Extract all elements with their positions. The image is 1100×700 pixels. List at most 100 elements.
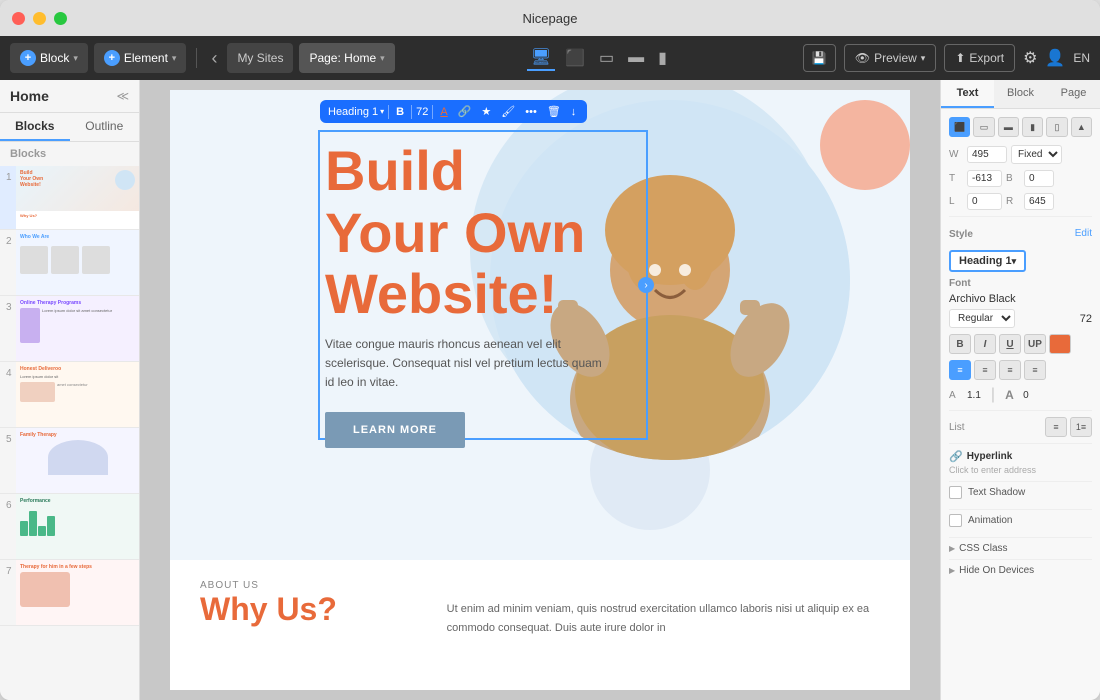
style-edit-link[interactable]: Edit	[1075, 228, 1092, 239]
export-button[interactable]: ⬆ Export	[944, 44, 1015, 72]
preview-icon: 👁	[855, 51, 870, 65]
tab-outline[interactable]: Outline	[70, 113, 140, 141]
settings-button[interactable]: ⚙	[1023, 48, 1037, 68]
color-picker-button[interactable]	[1049, 334, 1071, 354]
tab-page[interactable]: Page	[1047, 80, 1100, 108]
page-thumb: Performance	[16, 494, 139, 559]
font-color-button[interactable]: A	[437, 105, 450, 119]
text-shadow-checkbox[interactable]	[949, 486, 962, 499]
language-button[interactable]: EN	[1073, 51, 1090, 65]
tab-text[interactable]: Text	[941, 80, 994, 108]
selection-handle[interactable]: ›	[638, 277, 654, 293]
animation-checkbox[interactable]	[949, 514, 962, 527]
tablet-portrait-icon[interactable]: ▭	[595, 46, 618, 70]
blocks-label: Blocks	[0, 142, 139, 166]
canvas-area[interactable]: Heading 1 ▾ B 72 A 🔗 ★ 🖌	[140, 80, 940, 700]
sidebar-collapse-button[interactable]: ≪	[116, 89, 129, 103]
spacing-row: A 1.1 | A 0	[949, 386, 1092, 404]
hide-devices-chevron-icon: ▶	[949, 566, 955, 575]
right-tabs: Text Block Page	[941, 80, 1100, 109]
paint-tool-button[interactable]: 🖌	[498, 104, 518, 119]
page-item[interactable]: 6 Performance	[0, 494, 139, 560]
block-button[interactable]: + Block ▾	[10, 43, 88, 73]
hero-cta-button[interactable]: LEARN MORE	[325, 412, 465, 448]
title-bar: Nicepage	[0, 0, 1100, 36]
style-row: Style Edit	[949, 223, 1092, 244]
page-item[interactable]: 3 Online Therapy Programs Lorem ipsum do…	[0, 296, 139, 362]
export-label: Export	[969, 51, 1004, 65]
width-input[interactable]	[967, 146, 1007, 163]
page-item[interactable]: 7 Therapy for him in a few steps	[0, 560, 139, 626]
page-button[interactable]: Page: Home ▾	[299, 43, 394, 73]
mobile-landscape-icon[interactable]: ▬	[624, 47, 648, 69]
text-align-justify-button[interactable]: ≡	[1024, 360, 1046, 380]
align-bottom-right-button[interactable]: ▲	[1071, 117, 1092, 137]
tablet-landscape-icon[interactable]: ⬛	[561, 46, 589, 70]
my-sites-button[interactable]: My Sites	[227, 43, 293, 73]
fixed-select[interactable]: Fixed	[1011, 145, 1062, 164]
a-spacing-label: A	[949, 390, 961, 401]
unordered-list-button[interactable]: ≡	[1045, 417, 1067, 437]
l-input[interactable]	[967, 193, 1002, 210]
align-bottom-left-button[interactable]: ▮	[1022, 117, 1043, 137]
lr-row: L R	[949, 193, 1092, 210]
bold-tool-button[interactable]: B	[393, 105, 407, 119]
page-item[interactable]: 1 BuildYour OwnWebsite! Why Us?	[0, 166, 139, 230]
underline-format-button[interactable]: U	[999, 334, 1021, 354]
align-top-left-button[interactable]: ⬛	[949, 117, 970, 137]
toolbar-separator	[388, 105, 389, 119]
more-tool-button[interactable]: •••	[522, 105, 540, 119]
font-style-select[interactable]: Regular	[949, 309, 1015, 328]
align-top-right-button[interactable]: ▬	[998, 117, 1019, 137]
css-class-row[interactable]: ▶ CSS Class	[949, 537, 1092, 559]
align-bottom-center-button[interactable]: ▯	[1046, 117, 1067, 137]
text-align-right-button[interactable]: ≡	[999, 360, 1021, 380]
about-heading: Why Us?	[200, 591, 417, 628]
italic-format-button[interactable]: I	[974, 334, 996, 354]
font-style-row: Regular 72	[949, 309, 1092, 328]
nav-back-button[interactable]: ‹	[207, 48, 221, 69]
desktop-icon[interactable]: 🖥	[527, 45, 555, 71]
toolbar-separator3	[432, 105, 433, 119]
page-number: 1	[0, 166, 16, 229]
heading-style-select[interactable]: Heading 1 ▾	[949, 250, 1026, 272]
element-button[interactable]: + Element ▾	[94, 43, 187, 73]
ordered-list-button[interactable]: 1≡	[1070, 417, 1092, 437]
tab-blocks[interactable]: Blocks	[0, 113, 70, 141]
r-input[interactable]	[1024, 193, 1054, 210]
user-button[interactable]: 👤	[1045, 48, 1065, 68]
save-button[interactable]: 💾	[803, 44, 836, 72]
page-thumb: Online Therapy Programs Lorem ipsum dolo…	[16, 296, 139, 361]
hero-heading[interactable]: Build Your Own Website!	[325, 140, 605, 325]
app-window: Nicepage + Block ▾ + Element ▾ ‹ My Site…	[0, 0, 1100, 700]
hyperlink-description: Click to enter address	[949, 465, 1092, 475]
tab-block[interactable]: Block	[994, 80, 1047, 108]
text-align-left-button[interactable]: ≡	[949, 360, 971, 380]
a-spacing-value: 1.1	[967, 390, 981, 401]
down-tool-button[interactable]: ↓	[568, 105, 580, 119]
b-input[interactable]	[1024, 170, 1054, 187]
delete-tool-button[interactable]: 🗑	[544, 104, 564, 119]
bold-format-button[interactable]: B	[949, 334, 971, 354]
t-input[interactable]	[967, 170, 1002, 187]
text-align-center-button[interactable]: ≡	[974, 360, 996, 380]
preview-button[interactable]: 👁 Preview ▾	[844, 44, 936, 72]
page-item[interactable]: 2 Who We Are	[0, 230, 139, 296]
page-thumb: BuildYour OwnWebsite! Why Us?	[16, 166, 139, 229]
page-item[interactable]: 4 Honest Deliveroo Lorem ipsum dolor sit…	[0, 362, 139, 428]
favorite-tool-button[interactable]: ★	[478, 104, 494, 119]
maximize-button[interactable]	[54, 12, 67, 25]
my-sites-label: My Sites	[237, 51, 283, 65]
page-thumb: Therapy for him in a few steps	[16, 560, 139, 625]
link-tool-button[interactable]: 🔗	[455, 104, 475, 119]
close-button[interactable]	[12, 12, 25, 25]
uppercase-format-button[interactable]: UP	[1024, 334, 1046, 354]
window-title: Nicepage	[523, 11, 578, 26]
hide-on-devices-row[interactable]: ▶ Hide On Devices	[949, 559, 1092, 581]
mobile-portrait-icon[interactable]: ▮	[654, 46, 671, 70]
left-sidebar: Home ≪ Blocks Outline Blocks 1 BuildYour	[0, 80, 140, 700]
sidebar-header: Home ≪	[0, 80, 139, 113]
page-item[interactable]: 5 Family Therapy	[0, 428, 139, 494]
align-top-center-button[interactable]: ▭	[973, 117, 994, 137]
minimize-button[interactable]	[33, 12, 46, 25]
